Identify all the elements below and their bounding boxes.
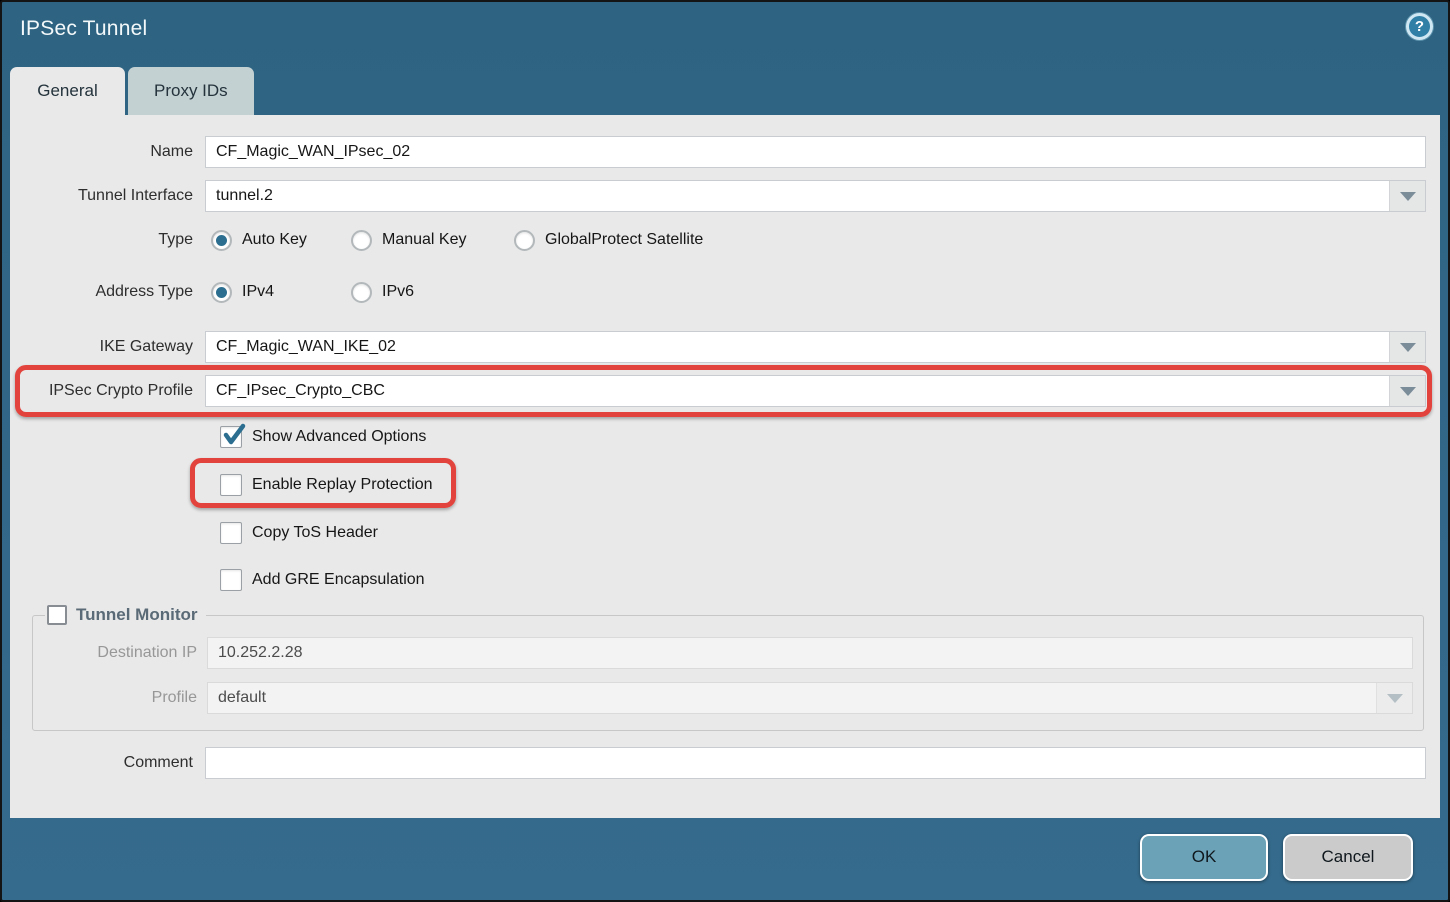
tunnel-monitor-checkbox[interactable]	[47, 605, 67, 625]
chevron-down-icon	[1387, 694, 1403, 703]
ike-gateway-row: IKE Gateway CF_Magic_WAN_IKE_02	[10, 331, 1440, 363]
ipsec-crypto-profile-select[interactable]: CF_IPsec_Crypto_CBC	[205, 375, 1426, 407]
checkbox-unchecked-icon	[220, 522, 242, 544]
tunnel-interface-select[interactable]: tunnel.2	[205, 180, 1426, 212]
tunnel-interface-label: Tunnel Interface	[10, 187, 205, 205]
ipsec-crypto-profile-label: IPSec Crypto Profile	[10, 382, 205, 400]
comment-row: Comment	[10, 747, 1440, 779]
address-type-label: Address Type	[10, 283, 205, 301]
radio-ipv4[interactable]: IPv4	[208, 282, 348, 303]
show-advanced-options-row: Show Advanced Options	[220, 425, 1440, 448]
checkbox-checked-icon	[220, 426, 242, 448]
copy-tos-header-checkbox[interactable]: Copy ToS Header	[220, 522, 378, 544]
type-label: Type	[10, 231, 205, 249]
radio-selected-icon	[211, 282, 232, 303]
chevron-down-icon	[1400, 343, 1416, 352]
dialog-titlebar: IPSec Tunnel ?	[2, 2, 1448, 45]
ipsec-crypto-profile-dropdown-button[interactable]	[1389, 376, 1425, 406]
name-input[interactable]: CF_Magic_WAN_IPsec_02	[205, 136, 1426, 168]
destination-ip-row: Destination IP 10.252.2.28	[33, 637, 1413, 669]
radio-unselected-icon	[351, 282, 372, 303]
chevron-down-icon	[1400, 387, 1416, 396]
tab-bar: General Proxy IDs	[10, 67, 1448, 115]
ike-gateway-label: IKE Gateway	[10, 338, 205, 356]
profile-row: Profile default	[33, 682, 1413, 714]
destination-ip-input: 10.252.2.28	[207, 637, 1413, 669]
add-gre-encapsulation-row: Add GRE Encapsulation	[220, 568, 1440, 591]
chevron-down-icon	[1400, 192, 1416, 201]
dialog-footer: OK Cancel	[4, 816, 1446, 898]
radio-auto-key[interactable]: Auto Key	[208, 230, 348, 251]
radio-manual-key[interactable]: Manual Key	[348, 230, 511, 251]
radio-selected-icon	[211, 230, 232, 251]
dialog-title: IPSec Tunnel	[20, 17, 147, 40]
copy-tos-header-row: Copy ToS Header	[220, 521, 1440, 544]
comment-input[interactable]	[205, 747, 1426, 779]
add-gre-encapsulation-checkbox[interactable]: Add GRE Encapsulation	[220, 569, 425, 591]
ipsec-tunnel-dialog: IPSec Tunnel ? General Proxy IDs Name CF…	[0, 0, 1450, 902]
ok-button[interactable]: OK	[1140, 834, 1268, 881]
profile-select: default	[207, 682, 1413, 714]
radio-unselected-icon	[351, 230, 372, 251]
radio-ipv6[interactable]: IPv6	[348, 282, 414, 303]
destination-ip-label: Destination IP	[33, 644, 207, 662]
ike-gateway-dropdown-button[interactable]	[1389, 332, 1425, 362]
tunnel-monitor-title: Tunnel Monitor	[76, 605, 198, 625]
help-icon[interactable]: ?	[1406, 13, 1433, 40]
radio-unselected-icon	[514, 230, 535, 251]
tab-general[interactable]: General	[10, 67, 125, 115]
ike-gateway-select[interactable]: CF_Magic_WAN_IKE_02	[205, 331, 1426, 363]
profile-label: Profile	[33, 689, 207, 707]
tab-proxy-ids[interactable]: Proxy IDs	[128, 67, 254, 115]
type-row: Type Auto Key Manual Key GlobalProtect S…	[10, 226, 1440, 254]
cancel-button[interactable]: Cancel	[1283, 834, 1413, 881]
general-tab-panel: Name CF_Magic_WAN_IPsec_02 Tunnel Interf…	[10, 115, 1440, 818]
checkbox-unchecked-icon	[220, 569, 242, 591]
ipsec-crypto-profile-row: IPSec Crypto Profile CF_IPsec_Crypto_CBC	[10, 375, 1440, 407]
tunnel-monitor-legend: Tunnel Monitor	[45, 605, 206, 625]
address-type-row: Address Type IPv4 IPv6	[10, 278, 1440, 306]
comment-label: Comment	[10, 754, 205, 772]
checkbox-unchecked-icon	[220, 474, 242, 496]
show-advanced-options-checkbox[interactable]: Show Advanced Options	[220, 426, 426, 448]
profile-dropdown-button	[1376, 683, 1412, 713]
enable-replay-protection-row: Enable Replay Protection	[220, 473, 1440, 496]
radio-globalprotect-satellite[interactable]: GlobalProtect Satellite	[511, 230, 703, 251]
tunnel-monitor-section: Tunnel Monitor Destination IP 10.252.2.2…	[32, 605, 1424, 731]
name-row: Name CF_Magic_WAN_IPsec_02	[10, 136, 1440, 168]
tunnel-interface-dropdown-button[interactable]	[1389, 181, 1425, 211]
enable-replay-protection-checkbox[interactable]: Enable Replay Protection	[220, 474, 433, 496]
tunnel-interface-row: Tunnel Interface tunnel.2	[10, 180, 1440, 212]
name-label: Name	[10, 143, 205, 161]
